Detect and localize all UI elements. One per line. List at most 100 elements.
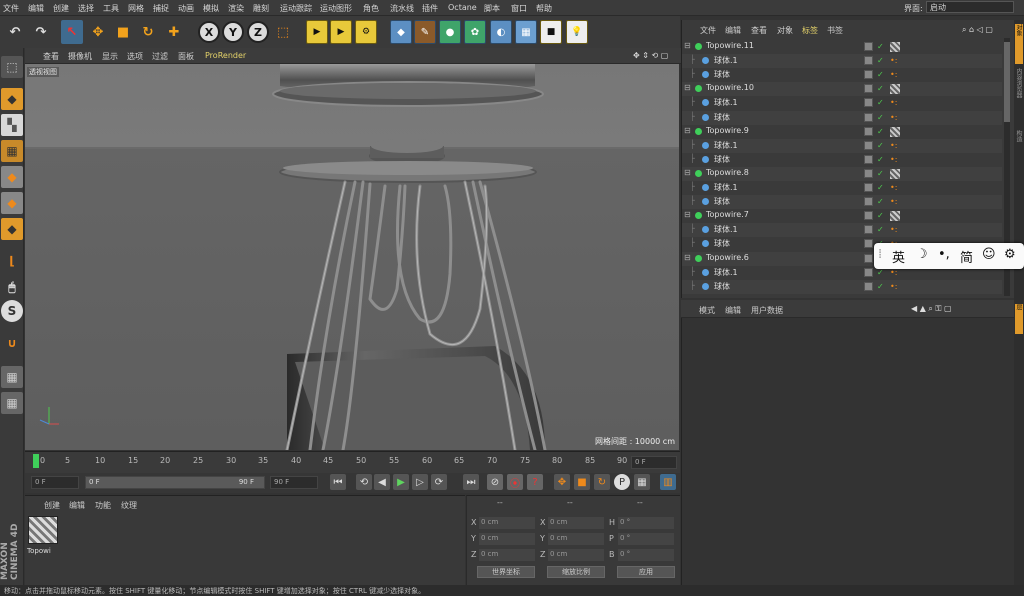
- menu-tools[interactable]: 工具: [103, 3, 119, 14]
- object-row-sphere[interactable]: ├球体✓•:: [682, 153, 1002, 167]
- snap-icon[interactable]: ∪: [1, 332, 23, 354]
- menu-sculpt[interactable]: 雕刻: [253, 3, 269, 14]
- enable-axis-icon[interactable]: ⌊: [1, 250, 23, 272]
- enabled-check-icon[interactable]: ✓: [877, 155, 886, 165]
- enabled-check-icon[interactable]: ✓: [877, 282, 886, 292]
- visibility-toggle[interactable]: [864, 253, 873, 263]
- tab-structure[interactable]: 构造: [1015, 130, 1023, 160]
- ime-language[interactable]: 英: [892, 247, 905, 266]
- visibility-toggle[interactable]: [864, 267, 873, 277]
- material-menu-function[interactable]: 功能: [95, 500, 111, 511]
- object-row-topowire[interactable]: ⊟ Topowire.8 ✓: [682, 166, 1002, 181]
- object-row-sphere[interactable]: ├球体✓•:: [682, 110, 1002, 125]
- expand-toggle-icon[interactable]: ⊟: [684, 41, 691, 50]
- visibility-toggle[interactable]: [864, 70, 873, 80]
- visibility-toggle[interactable]: [864, 281, 873, 291]
- size-y-field[interactable]: 0 cm: [548, 533, 604, 545]
- visibility-toggle[interactable]: [864, 183, 873, 192]
- menu-script[interactable]: 脚本: [484, 3, 500, 14]
- phong-tag-icon[interactable]: •:: [890, 183, 899, 193]
- phong-tag-icon[interactable]: •:: [890, 197, 899, 207]
- visibility-toggle[interactable]: [864, 168, 873, 178]
- visibility-toggle[interactable]: [864, 239, 873, 249]
- visibility-toggle[interactable]: [864, 225, 873, 235]
- texture-mode-icon[interactable]: ▚: [1, 114, 23, 136]
- object-name[interactable]: 球体.1: [714, 182, 738, 193]
- ime-symbol-icon[interactable]: •,: [938, 247, 950, 262]
- perspective-viewport[interactable]: 透视视图 网格间距 : 10000 cm: [25, 64, 679, 450]
- object-manager-nav-icons[interactable]: ⌕ ⌂ ◁ ▢: [962, 25, 993, 35]
- visibility-toggle[interactable]: [864, 211, 873, 221]
- object-name[interactable]: 球体.1: [714, 267, 738, 278]
- material-menu-texture[interactable]: 纹理: [121, 500, 137, 511]
- z-axis-lock-button[interactable]: Z: [247, 21, 269, 43]
- expand-toggle-icon[interactable]: ⊟: [684, 253, 691, 262]
- start-frame-field[interactable]: 0 F: [31, 476, 79, 489]
- tag-icon[interactable]: [890, 126, 900, 137]
- subdivision-icon[interactable]: ●: [439, 20, 461, 44]
- material-name[interactable]: Topowi: [27, 547, 51, 555]
- solo-icon[interactable]: S: [1, 300, 23, 322]
- tag-icon[interactable]: [890, 168, 900, 179]
- enabled-check-icon[interactable]: ✓: [877, 268, 886, 278]
- phong-tag-icon[interactable]: •:: [890, 155, 899, 165]
- phong-tag-icon[interactable]: •:: [890, 268, 899, 278]
- tag-icon[interactable]: [890, 211, 900, 222]
- visibility-toggle[interactable]: [864, 197, 873, 207]
- render-view-icon[interactable]: ▶: [306, 20, 328, 44]
- enabled-check-icon[interactable]: ✓: [877, 169, 886, 179]
- enabled-check-icon[interactable]: ✓: [877, 141, 886, 151]
- object-row-sphere[interactable]: ├球体✓•:: [682, 195, 1002, 210]
- end-frame-field[interactable]: 90 F: [270, 476, 318, 489]
- visibility-toggle[interactable]: [864, 42, 873, 51]
- attribute-menu-mode[interactable]: 模式: [699, 305, 715, 316]
- enabled-check-icon[interactable]: ✓: [877, 84, 886, 94]
- viewport-menu-view[interactable]: 查看: [43, 51, 59, 62]
- timeline-window-icon[interactable]: ▥: [660, 474, 676, 490]
- light-icon[interactable]: 💡: [566, 20, 588, 44]
- ime-handle-icon[interactable]: ⁞: [878, 247, 882, 262]
- key-pla-icon[interactable]: ▦: [634, 474, 650, 490]
- ime-emoji-icon[interactable]: ☺: [982, 247, 996, 262]
- viewport-menu-display[interactable]: 显示: [102, 51, 118, 62]
- object-row-sphere[interactable]: ├ 球体.1 ✓ •:: [682, 181, 1002, 195]
- prev-frame-icon[interactable]: ◀: [374, 474, 390, 490]
- object-name[interactable]: 球体: [714, 281, 730, 292]
- range-slider[interactable]: 0 F 90 F: [85, 476, 265, 489]
- object-menu-tags[interactable]: 标签: [802, 25, 818, 36]
- menu-create[interactable]: 创建: [53, 3, 69, 14]
- tab-objects[interactable]: 对象: [1015, 24, 1023, 64]
- object-name[interactable]: 球体: [714, 112, 730, 123]
- object-name[interactable]: 球体: [714, 154, 730, 165]
- timeline-ruler[interactable]: 0 5 10 15 20 25 30 35 40 45 50 55 60 65 …: [25, 451, 680, 473]
- enabled-check-icon[interactable]: ✓: [877, 98, 886, 108]
- goto-start-icon[interactable]: ⏮: [330, 474, 346, 490]
- expand-toggle-icon[interactable]: ⊟: [684, 126, 691, 135]
- goto-end-icon[interactable]: ⏭: [463, 474, 479, 490]
- enabled-check-icon[interactable]: ✓: [877, 42, 886, 52]
- object-name[interactable]: Topowire.7: [706, 210, 749, 219]
- floor-icon[interactable]: ▦: [515, 20, 537, 44]
- object-name[interactable]: 球体: [714, 196, 730, 207]
- menu-mograph[interactable]: 运动图形: [320, 3, 352, 14]
- viewport-menu-camera[interactable]: 摄像机: [68, 51, 92, 62]
- live-selection-icon[interactable]: ↖: [61, 20, 83, 44]
- visibility-toggle[interactable]: [864, 98, 873, 108]
- menu-character[interactable]: 角色: [363, 3, 379, 14]
- key-parameter-icon[interactable]: P: [614, 474, 630, 490]
- render-picture-viewer-icon[interactable]: ▶: [330, 20, 352, 44]
- rotate-icon[interactable]: ↻: [137, 20, 159, 44]
- rotation-p-field[interactable]: 0 °: [618, 533, 674, 545]
- enabled-check-icon[interactable]: ✓: [877, 225, 886, 235]
- key-position-icon[interactable]: ✥: [554, 474, 570, 490]
- pen-icon[interactable]: ✎: [414, 20, 436, 44]
- point-mode-icon[interactable]: ◆: [1, 166, 23, 188]
- viewport-menu-filter[interactable]: 过滤: [152, 51, 168, 62]
- key-scale-icon[interactable]: ■: [574, 474, 590, 490]
- render-settings-icon[interactable]: ⚙: [355, 20, 377, 44]
- enabled-check-icon[interactable]: ✓: [877, 197, 886, 207]
- visibility-toggle[interactable]: [864, 84, 873, 94]
- viewport-menu-prorender[interactable]: ProRender: [205, 51, 246, 60]
- phong-tag-icon[interactable]: •:: [890, 141, 899, 151]
- visibility-toggle[interactable]: [864, 112, 873, 122]
